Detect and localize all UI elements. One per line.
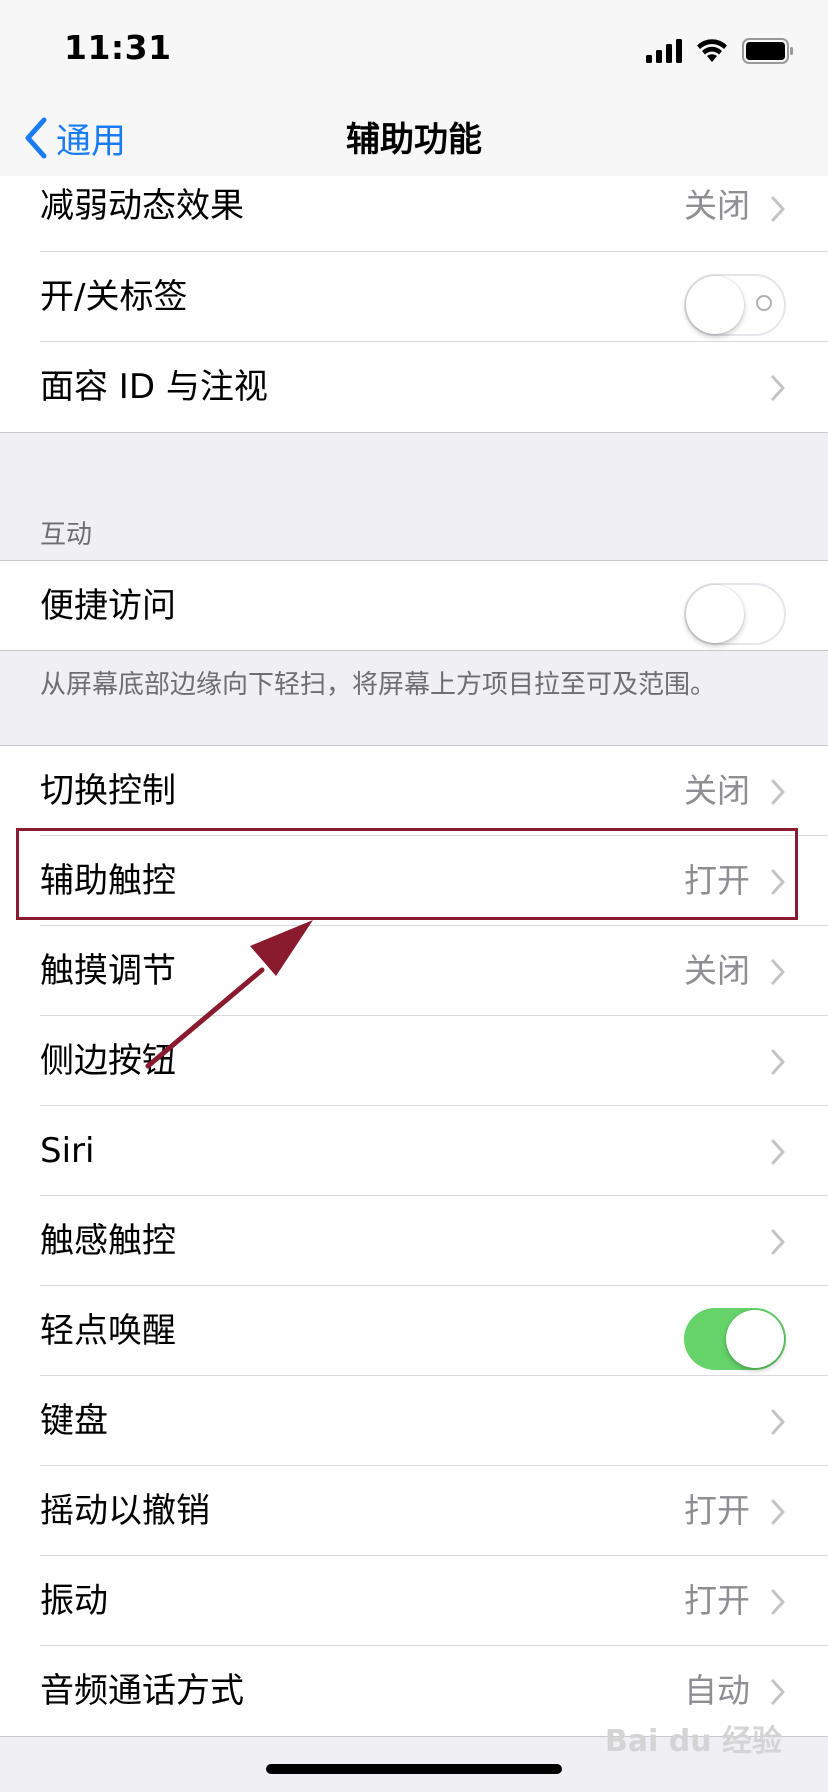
watermark-logo: Bai du 经验 [604, 1724, 782, 1759]
switch-knob [686, 585, 744, 643]
switch-control-row[interactable]: 切换控制 关闭 [0, 746, 828, 836]
settings-group-top: 减弱动态效果 关闭 开/关标签 面容 ID 与注视 [0, 176, 828, 432]
chevron-right-icon [771, 779, 785, 805]
row-label: 便捷访问 [40, 586, 176, 626]
row-label: 键盘 [40, 1401, 108, 1441]
keyboard-row[interactable]: 键盘 [0, 1376, 828, 1466]
row-value: 关闭 [684, 771, 750, 810]
wifi-icon [697, 39, 727, 62]
touch-accommodations-row[interactable]: 触摸调节 关闭 [0, 926, 828, 1016]
status-bar: 11:31 [0, 0, 828, 100]
shake-to-undo-row[interactable]: 摇动以撤销 打开 [0, 1466, 828, 1556]
chevron-right-icon [771, 1229, 785, 1255]
cellular-signal-icon [646, 39, 682, 63]
chevron-right-icon [771, 1679, 785, 1705]
tap-to-wake-row: 轻点唤醒 [0, 1286, 828, 1376]
row-label: Siri [40, 1131, 95, 1171]
reduce-motion-row[interactable]: 减弱动态效果 关闭 [0, 176, 828, 252]
row-value: 关闭 [684, 186, 750, 225]
row-label: 轻点唤醒 [40, 1311, 176, 1351]
chevron-right-icon [771, 1409, 785, 1435]
haptic-touch-row[interactable]: 触感触控 [0, 1196, 828, 1286]
chevron-right-icon [771, 1499, 785, 1525]
reachability-footer: 从屏幕底部边缘向下轻扫，将屏幕上方项目拉至可及范围。 [40, 670, 717, 700]
home-indicator[interactable] [266, 1764, 562, 1774]
on-off-labels-switch[interactable] [684, 274, 786, 336]
chevron-right-icon [771, 375, 785, 401]
row-value: 打开 [684, 1491, 750, 1530]
group-bottom-border [0, 432, 828, 433]
vibration-row[interactable]: 振动 打开 [0, 1556, 828, 1646]
row-label: 切换控制 [40, 771, 176, 811]
chevron-right-icon [771, 1139, 785, 1165]
row-label: 摇动以撤销 [40, 1491, 210, 1531]
off-indicator-icon [756, 295, 772, 311]
chevron-right-icon [771, 959, 785, 985]
switch-knob [726, 1310, 784, 1368]
side-button-row[interactable]: 侧边按钮 [0, 1016, 828, 1106]
row-value: 关闭 [684, 951, 750, 990]
settings-group-reachability: 便捷访问 [0, 561, 828, 651]
row-label: 开/关标签 [40, 277, 188, 317]
on-off-labels-row: 开/关标签 [0, 252, 828, 342]
page-title: 辅助功能 [346, 120, 482, 160]
tap-to-wake-switch[interactable] [684, 1308, 786, 1370]
battery-icon [742, 38, 793, 64]
reachability-switch[interactable] [684, 583, 786, 645]
row-label: 侧边按钮 [40, 1041, 176, 1081]
annotation-highlight-box [16, 828, 798, 920]
chevron-right-icon [771, 1589, 785, 1615]
chevron-right-icon [771, 196, 785, 222]
row-label: 面容 ID 与注视 [40, 367, 268, 407]
group-bottom-border [0, 650, 828, 651]
status-time: 11:31 [64, 28, 172, 67]
chevron-right-icon [771, 1049, 785, 1075]
face-id-attention-row[interactable]: 面容 ID 与注视 [0, 342, 828, 432]
row-label: 音频通话方式 [40, 1671, 244, 1711]
status-icons [646, 36, 794, 66]
row-value: 打开 [684, 1581, 750, 1620]
reachability-row: 便捷访问 [0, 561, 828, 651]
row-label: 触感触控 [40, 1221, 176, 1261]
row-label: 振动 [40, 1581, 108, 1621]
siri-row[interactable]: Siri [0, 1106, 828, 1196]
switch-knob [686, 276, 744, 334]
section-header-interaction: 互动 [40, 520, 93, 550]
navigation-bar: 通用 辅助功能 [0, 100, 828, 177]
row-label: 触摸调节 [40, 951, 176, 991]
row-label: 减弱动态效果 [40, 186, 244, 226]
